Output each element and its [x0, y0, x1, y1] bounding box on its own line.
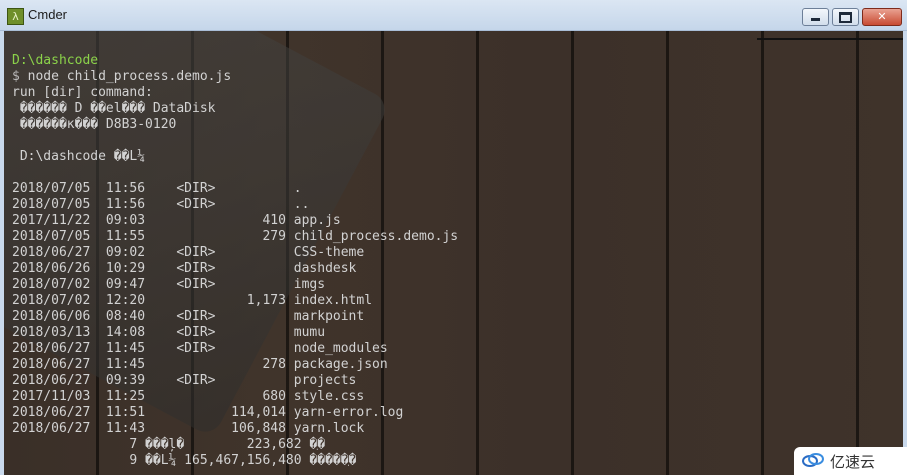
close-icon: ✕ [877, 10, 887, 23]
terminal-line: 2018/06/26 10:29 <DIR> dashdesk [12, 261, 357, 276]
terminal-line: 2018/07/05 11:56 <DIR> . [12, 181, 302, 196]
terminal-line: run [dir] command: [12, 85, 153, 100]
terminal-line: 2018/07/02 09:47 <DIR> imgs [12, 277, 326, 292]
terminal-output[interactable]: D:\dashcode $ node child_process.demo.js… [12, 53, 458, 469]
terminal-line: 9 ��L¼ 165,467,156,480 �����ֽ� [12, 453, 357, 468]
terminal-line: 2018/07/02 12:20 1,173 index.html [12, 293, 373, 308]
title-bar[interactable]: λ Cmder ✕ [0, 0, 907, 31]
terminal-line: 2017/11/03 11:25 680 style.css [12, 389, 365, 404]
maximize-button[interactable] [832, 8, 859, 26]
terminal-line: 2018/03/13 14:08 <DIR> mumu [12, 325, 326, 340]
prompt-sign: $ [12, 69, 20, 84]
minimize-button[interactable] [802, 8, 829, 26]
cmder-window: λ Cmder ✕ D:\dashcode $ node child_proce… [0, 0, 907, 475]
watermark: 亿速云 [794, 447, 907, 475]
command-text: node child_process.demo.js [19, 69, 232, 84]
terminal-line: 2018/06/27 09:02 <DIR> CSS-theme [12, 245, 365, 260]
output-lines: run [dir] command: ������ D ��el��� Data… [12, 85, 458, 468]
yisu-cloud-logo-icon [802, 453, 824, 467]
terminal-line: 2018/06/27 11:45 <DIR> node_modules [12, 341, 388, 356]
terminal-line: 2018/06/27 11:45 278 package.json [12, 357, 388, 372]
terminal-line: 2018/06/27 09:39 <DIR> projects [12, 373, 357, 388]
lambda-icon: λ [7, 8, 24, 25]
terminal-line: 2018/07/05 11:55 279 child_process.demo.… [12, 229, 459, 244]
terminal-line: D:\dashcode ��L¼ [12, 149, 146, 164]
watermark-text: 亿速云 [830, 453, 876, 471]
terminal-line: 2018/06/27 11:43 106,848 yarn.lock [12, 421, 365, 436]
terminal-line: 2018/06/06 08:40 <DIR> markpoint [12, 309, 365, 324]
terminal-line: ������ D ��el��� DataDisk [12, 101, 216, 116]
maximize-icon [839, 12, 852, 23]
minimize-icon [811, 18, 820, 21]
close-button[interactable]: ✕ [862, 8, 902, 26]
terminal-line: 7 ���ļ� 223,682 �ֽ� [12, 437, 326, 452]
terminal-scroll-indicator [757, 38, 903, 40]
prompt-path: D:\dashcode [12, 53, 99, 68]
terminal-console[interactable]: D:\dashcode $ node child_process.demo.js… [4, 31, 903, 475]
terminal-line: ������к��� D8B3-0120 [12, 117, 177, 132]
terminal-line: 2018/07/05 11:56 <DIR> .. [12, 197, 310, 212]
window-title: Cmder [28, 7, 68, 22]
terminal-line: 2017/11/22 09:03 410 app.js [12, 213, 341, 228]
terminal-line: 2018/06/27 11:51 114,014 yarn-error.log [12, 405, 404, 420]
